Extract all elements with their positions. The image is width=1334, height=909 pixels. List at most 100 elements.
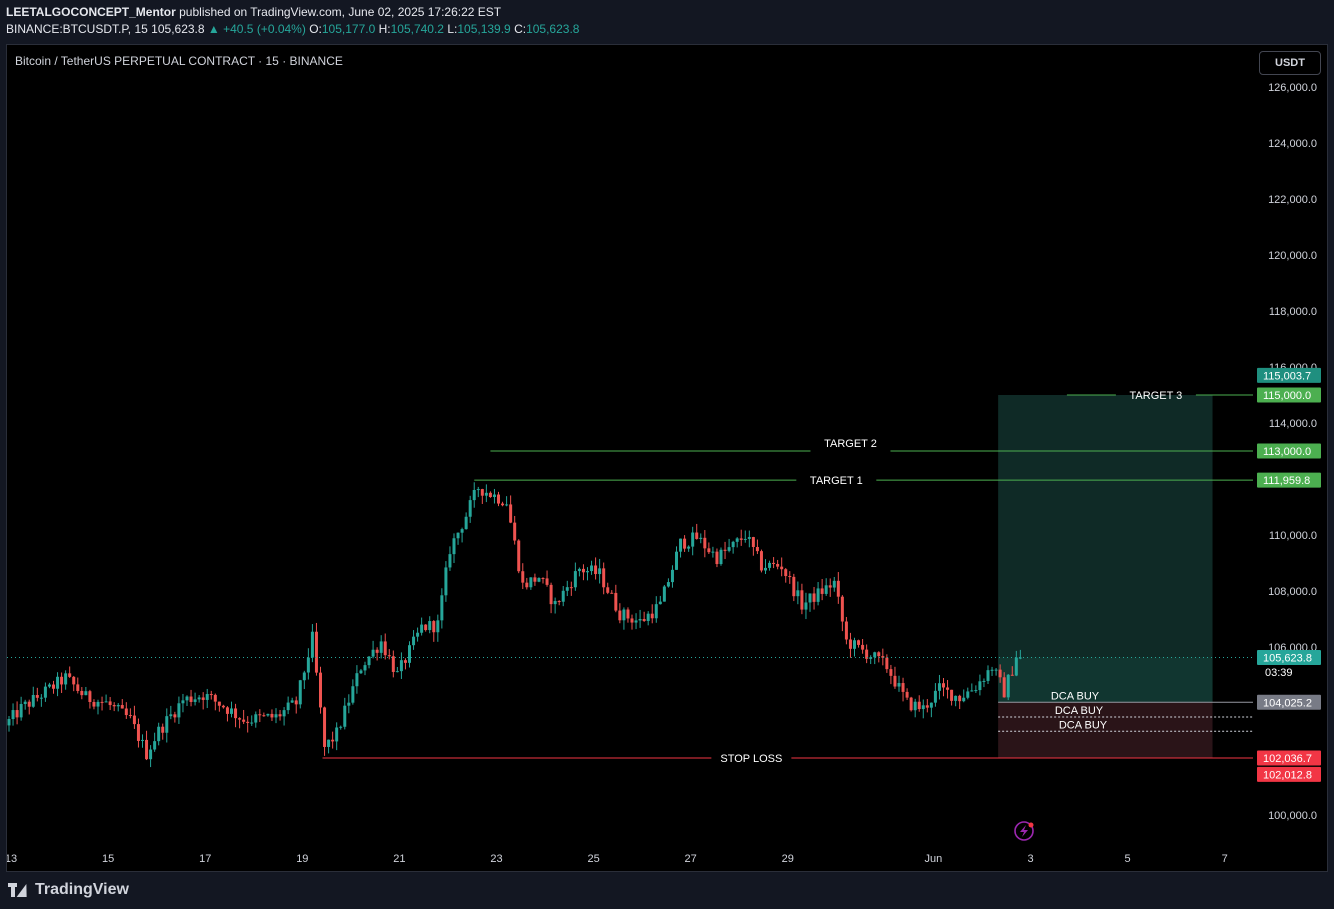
candle-body [925, 705, 929, 708]
candle-body [836, 580, 840, 597]
candle-body [201, 697, 205, 700]
candle-body [577, 568, 581, 572]
candle-body [108, 701, 112, 706]
candle-body [11, 710, 15, 720]
candle-body [586, 571, 589, 573]
candle-body [937, 683, 941, 691]
candle-body [286, 702, 290, 711]
countdown-label: 03:39 [1265, 667, 1293, 679]
candle-body [177, 703, 181, 718]
candle-body [893, 675, 897, 687]
candle-body [804, 602, 808, 610]
ohlc-legend: BINANCE:BTCUSDT.P, 15 105,623.8 ▲ +40.5 … [6, 22, 579, 36]
header-bar: LEETALGOCONCEPT_Mentor published on Trad… [0, 0, 1334, 44]
price-chart[interactable]: TARGET 3 TARGET 2 TARGET 1 STOP LOSS DCA BUY… [7, 45, 1327, 871]
candle-body [270, 713, 274, 718]
candle-body [230, 708, 233, 714]
candle-body [970, 690, 974, 692]
candle-body [351, 686, 355, 703]
candle-body [112, 705, 116, 707]
candle-body [727, 547, 731, 551]
candle-body [383, 641, 387, 656]
candle-body [626, 609, 630, 619]
candle-body [966, 691, 970, 698]
candle-body [759, 551, 763, 571]
candle-body [56, 676, 60, 689]
candle-body [363, 665, 367, 671]
target-3-label: TARGET 3 [1130, 390, 1183, 402]
candle-body [141, 739, 144, 741]
candle-body [796, 590, 800, 597]
candle-body [209, 694, 213, 696]
y-tick-label: 108,000.0 [1268, 586, 1317, 598]
candle-body [420, 624, 424, 633]
candle-body [695, 532, 699, 539]
candle-body [933, 690, 937, 703]
candle-body [488, 492, 492, 498]
candle-body [136, 724, 140, 741]
candle-body [780, 566, 784, 570]
candle-body [335, 727, 339, 742]
candle-body [234, 708, 238, 719]
candle-body [873, 652, 877, 658]
target-badge-text: 115,000.0 [1263, 390, 1311, 402]
candle-body [1010, 674, 1014, 676]
candle-body [1006, 674, 1010, 698]
candle-body [735, 538, 739, 542]
candle-body [897, 683, 901, 687]
candle-body [731, 541, 735, 548]
x-tick-label: 5 [1125, 853, 1131, 865]
candle-body [193, 699, 197, 702]
candle-body [808, 593, 812, 603]
candle-body [569, 587, 573, 589]
candle-body [47, 684, 51, 687]
target-2-label: TARGET 2 [824, 438, 877, 450]
candle-body [52, 684, 55, 689]
x-tick-label: 15 [102, 853, 114, 865]
flash-icon-dot [1028, 822, 1034, 828]
candle-body [537, 578, 541, 582]
candle-body [998, 669, 1002, 678]
published-text: published on TradingView.com, June 02, 2… [179, 5, 502, 19]
currency-button[interactable]: USDT [1259, 51, 1321, 75]
candle-body [638, 619, 642, 621]
candle-body [165, 716, 169, 733]
chart-panel[interactable]: TARGET 3 TARGET 2 TARGET 1 STOP LOSS DCA BUY… [6, 44, 1328, 872]
candle-body [221, 705, 225, 708]
candle-body [452, 538, 456, 555]
candle-body [768, 562, 772, 568]
candle-body [254, 714, 258, 723]
candle-body [161, 726, 165, 733]
candle-body [327, 739, 331, 747]
candle-body [319, 672, 322, 708]
last-badge-text: 105,623.8 [1263, 653, 1312, 665]
candle-body [205, 694, 209, 700]
candle-body [610, 592, 614, 594]
target-badge-text: 111,959.8 [1263, 475, 1310, 487]
candle-body [675, 551, 678, 570]
candle-body [355, 673, 359, 687]
candle-body [699, 537, 703, 539]
x-tick-label: 29 [782, 853, 794, 865]
candle-body [444, 567, 448, 596]
candle-body [375, 649, 379, 653]
candle-body [76, 684, 80, 691]
symbol-label[interactable]: BINANCE:BTCUSDT.P, 15 [6, 22, 148, 36]
tradingview-logo[interactable]: TradingView [8, 881, 129, 899]
candle-body [553, 601, 557, 605]
candle-body [310, 631, 314, 658]
publisher-name[interactable]: LEETALGOCONCEPT_Mentor [6, 5, 176, 19]
candle-body [432, 621, 436, 633]
dca-label: DCA BUY [1051, 690, 1100, 702]
candle-body [755, 547, 759, 552]
candle-body [173, 714, 177, 718]
candle-body [958, 695, 962, 702]
candle-body [501, 503, 505, 506]
candle-body [739, 538, 743, 540]
candle-body [917, 701, 921, 710]
candle-body [440, 595, 444, 621]
candle-body [153, 741, 157, 750]
candle-body [848, 639, 852, 649]
publish-info: LEETALGOCONCEPT_Mentor published on Trad… [6, 5, 501, 19]
candle-body [68, 673, 72, 677]
